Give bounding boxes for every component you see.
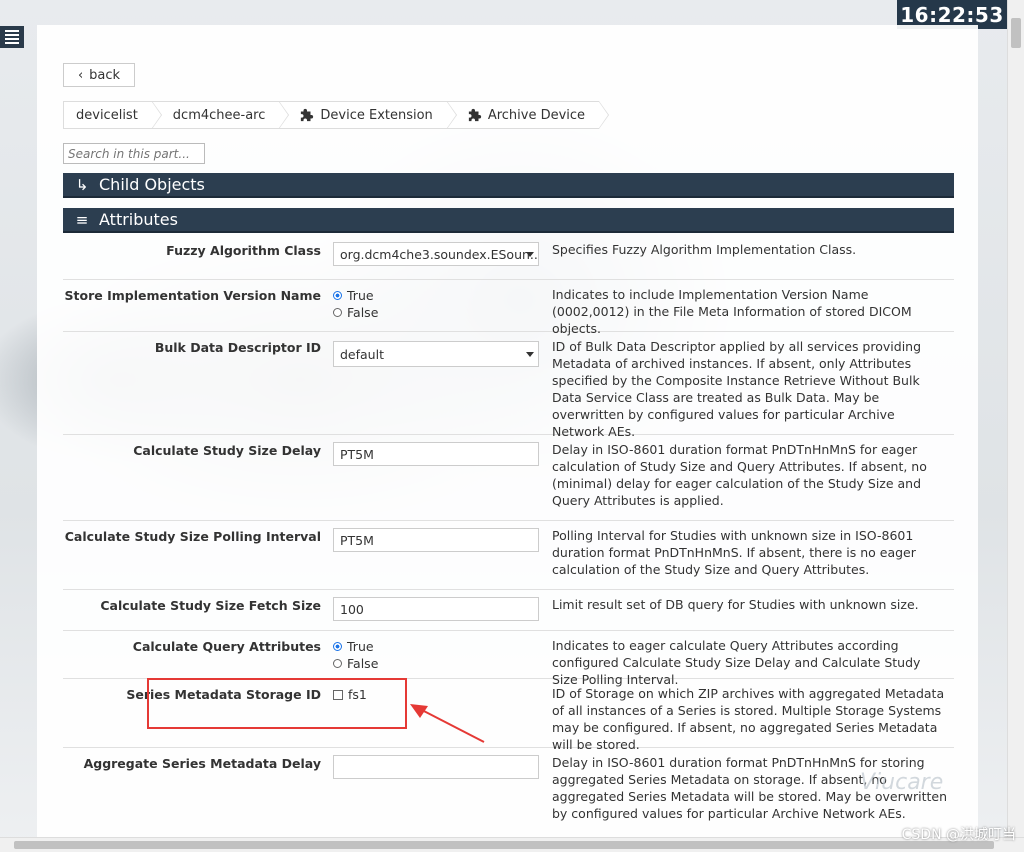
select-value: default: [340, 346, 384, 362]
radio-true[interactable]: True: [333, 638, 539, 655]
red-arrow-icon: [410, 704, 485, 743]
radio-true[interactable]: True: [333, 287, 539, 304]
polling-interval-input[interactable]: PT5M: [333, 528, 539, 552]
radio-label: True: [347, 639, 374, 654]
radio-selected-icon: [333, 642, 342, 651]
field-description: Indicates to include Implementation Vers…: [552, 287, 912, 336]
breadcrumb-devicelist[interactable]: devicelist: [63, 101, 162, 129]
menu-icon[interactable]: [0, 26, 24, 48]
field-description: Polling Interval for Studies with unknow…: [552, 528, 916, 577]
breadcrumb-label: Device Extension: [320, 107, 433, 123]
row-calculate-query-attributes: Calculate Query Attributes True False In…: [63, 631, 954, 687]
radio-false[interactable]: False: [333, 655, 539, 672]
radio-label: False: [347, 305, 379, 320]
radio-unselected-icon: [333, 308, 342, 317]
select-value: org.dcm4che3.soundex.ESoun...: [340, 246, 539, 262]
aggregate-delay-input[interactable]: [333, 755, 539, 779]
breadcrumb-dcm4chee-arc[interactable]: dcm4chee-arc: [151, 101, 289, 129]
back-button[interactable]: ‹ back: [63, 63, 135, 87]
breadcrumb-label: devicelist: [76, 107, 138, 123]
field-description: Delay in ISO-8601 duration format PnDTnH…: [552, 442, 927, 508]
row-calculate-study-size-fetch-size: Calculate Study Size Fetch Size 100 Limi…: [63, 590, 954, 631]
field-description: Limit result set of DB query for Studies…: [552, 597, 919, 612]
field-description: ID of Bulk Data Descriptor applied by al…: [552, 339, 922, 439]
row-calculate-study-size-delay: Calculate Study Size Delay PT5M Delay in…: [63, 435, 954, 521]
radio-unselected-icon: [333, 659, 342, 668]
attributes-header[interactable]: ≡ Attributes: [63, 208, 954, 233]
radio-false[interactable]: False: [333, 304, 539, 321]
chevron-left-icon: ‹: [77, 67, 84, 83]
field-label: Calculate Query Attributes: [132, 639, 321, 654]
breadcrumb-label: dcm4chee-arc: [172, 107, 266, 123]
row-aggregate-series-metadata-delay: Aggregate Series Metadata Delay Delay in…: [63, 748, 954, 834]
breadcrumb-archive-device[interactable]: Archive Device: [446, 101, 610, 129]
search-input[interactable]: [63, 143, 205, 164]
row-calculate-study-size-polling-interval: Calculate Study Size Polling Interval PT…: [63, 521, 954, 590]
breadcrumb: devicelist dcm4chee-arc Device Extension…: [63, 101, 610, 129]
field-label: Fuzzy Algorithm Class: [166, 243, 321, 258]
field-description: ID of Storage on which ZIP archives with…: [552, 686, 945, 752]
field-label: Aggregate Series Metadata Delay: [83, 756, 321, 771]
back-label: back: [89, 67, 121, 83]
attributes-title: Attributes: [99, 210, 178, 229]
field-label: Calculate Study Size Polling Interval: [64, 529, 321, 544]
row-bulk-data-descriptor-id: Bulk Data Descriptor ID default ID of Bu…: [63, 332, 954, 439]
list-icon: ≡: [75, 210, 89, 229]
child-objects-title: Child Objects: [99, 175, 205, 194]
field-label: Calculate Study Size Delay: [133, 443, 321, 458]
radio-label: True: [347, 288, 374, 303]
field-description: Specifies Fuzzy Algorithm Implementation…: [552, 242, 857, 257]
arrow-return-icon: ↳: [75, 175, 89, 194]
child-objects-header[interactable]: ↳ Child Objects: [63, 173, 954, 198]
radio-selected-icon: [333, 291, 342, 300]
watermark: CSDN @洪城叮当: [901, 827, 1016, 843]
puzzle-icon: [301, 108, 314, 122]
caret-down-icon: [526, 252, 534, 257]
fetch-size-input[interactable]: 100: [333, 597, 539, 621]
row-fuzzy-algorithm-class: Fuzzy Algorithm Class org.dcm4che3.sound…: [63, 235, 954, 280]
row-store-implementation-version-name: Store Implementation Version Name True F…: [63, 280, 954, 336]
fuzzy-algorithm-select[interactable]: org.dcm4che3.soundex.ESoun...: [333, 242, 539, 266]
breadcrumb-device-extension[interactable]: Device Extension: [279, 101, 458, 129]
highlight-box: [147, 678, 407, 729]
horizontal-scrollbar[interactable]: [0, 837, 1024, 852]
scroll-thumb[interactable]: [14, 841, 994, 849]
attributes-list: Fuzzy Algorithm Class org.dcm4che3.sound…: [63, 235, 954, 834]
vertical-scrollbar[interactable]: [1007, 0, 1024, 838]
puzzle-icon: [468, 108, 481, 122]
field-label: Bulk Data Descriptor ID: [154, 340, 321, 355]
scroll-thumb[interactable]: [1011, 18, 1021, 48]
breadcrumb-label: Archive Device: [487, 107, 586, 123]
caret-down-icon: [526, 352, 534, 357]
background-logo: Viucare: [860, 770, 944, 795]
study-size-delay-input[interactable]: PT5M: [333, 442, 539, 466]
bulk-data-descriptor-select[interactable]: default: [333, 341, 539, 367]
field-label: Calculate Study Size Fetch Size: [100, 598, 321, 613]
field-label: Store Implementation Version Name: [64, 288, 321, 303]
radio-label: False: [347, 656, 379, 671]
